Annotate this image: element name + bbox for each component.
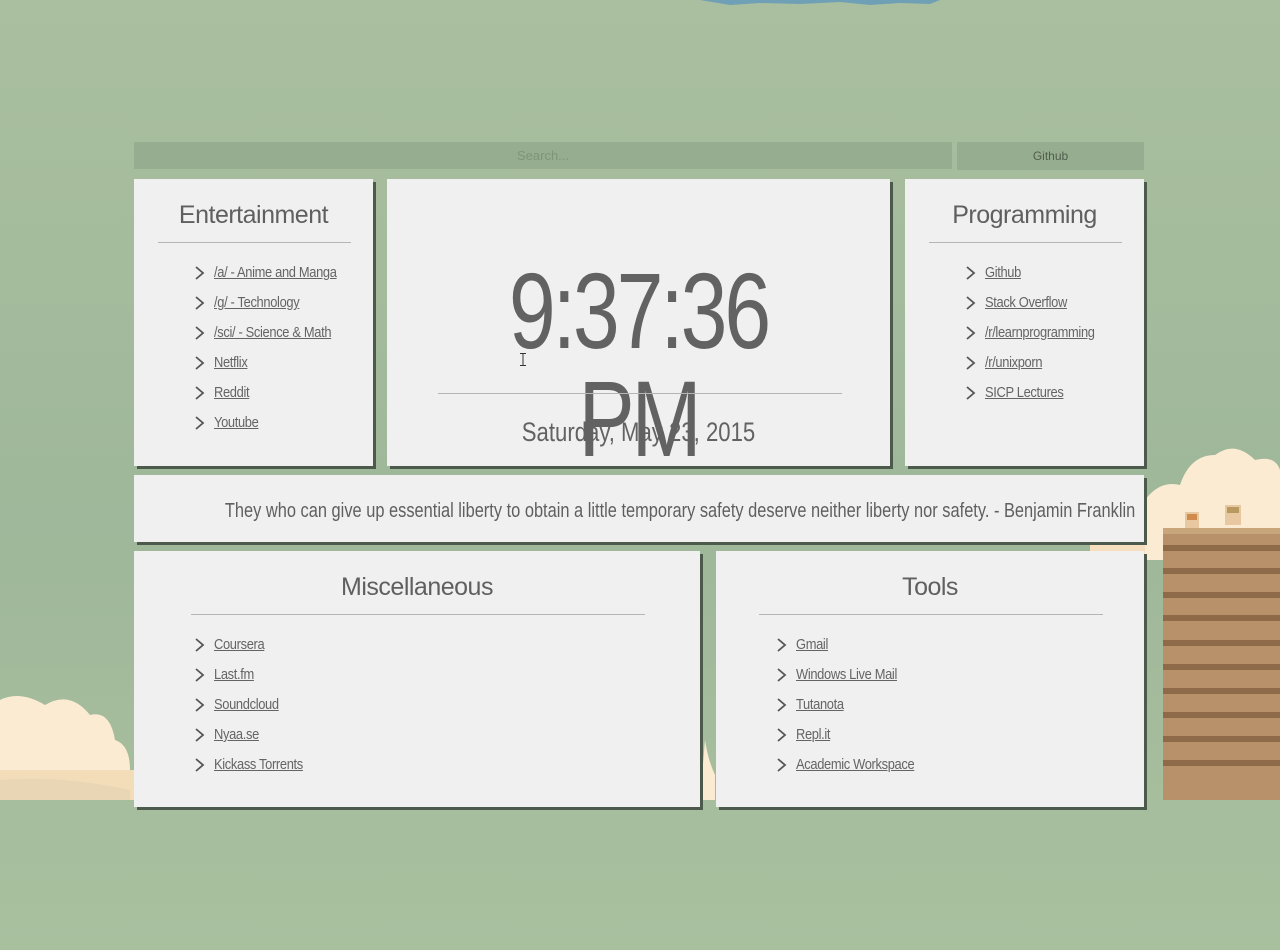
link-learnprogramming[interactable]: /r/learnprogramming (985, 318, 1095, 348)
link-windows-live-mail[interactable]: Windows Live Mail (796, 660, 897, 690)
list-item: /sci/ - Science & Math (192, 318, 357, 348)
chevron-right-icon (195, 698, 205, 712)
list-item: /r/unixporn (963, 348, 1112, 378)
link-replit[interactable]: Repl.it (796, 720, 830, 750)
link-lastfm[interactable]: Last.fm (214, 660, 254, 690)
link-soundcloud[interactable]: Soundcloud (214, 690, 279, 720)
miscellaneous-panel: Miscellaneous Coursera Last.fm Soundclou… (134, 551, 700, 807)
link-unixporn[interactable]: /r/unixporn (985, 348, 1043, 378)
list-item: SICP Lectures (963, 378, 1112, 408)
link-nyaa[interactable]: Nyaa.se (214, 720, 259, 750)
link-kickass-torrents[interactable]: Kickass Torrents (214, 750, 303, 780)
clock-panel: 9:37:36 PM Saturday, May 23, 2015 (387, 179, 890, 473)
list-item: Nyaa.se (192, 720, 317, 750)
link-coursera[interactable]: Coursera (214, 630, 265, 660)
tools-title: Tools (902, 573, 958, 601)
list-item: Kickass Torrents (192, 750, 317, 780)
list-item: Repl.it (774, 720, 934, 750)
list-item: Github (963, 258, 1112, 288)
chevron-right-icon (966, 356, 976, 370)
list-item: Tutanota (774, 690, 934, 720)
chevron-right-icon (777, 698, 787, 712)
search-input[interactable] (134, 142, 952, 169)
list-item: Stack Overflow (963, 288, 1112, 318)
list-item: /g/ - Technology (192, 288, 357, 318)
link-github[interactable]: Github (985, 258, 1021, 288)
entertainment-title: Entertainment (178, 201, 329, 229)
chevron-right-icon (777, 638, 787, 652)
chevron-right-icon (195, 758, 205, 772)
list-item: Windows Live Mail (774, 660, 934, 690)
list-item: Last.fm (192, 660, 317, 690)
programming-title: Programming (952, 201, 1097, 229)
list-item: Coursera (192, 630, 317, 660)
quote-text: They who can give up essential liberty t… (224, 500, 1136, 522)
chevron-right-icon (195, 296, 205, 310)
link-netflix[interactable]: Netflix (214, 348, 248, 378)
chevron-right-icon (195, 638, 205, 652)
tools-links: Gmail Windows Live Mail Tutanota Repl.it… (774, 630, 934, 780)
miscellaneous-title: Miscellaneous (341, 573, 493, 601)
chevron-right-icon (777, 758, 787, 772)
list-item: Academic Workspace (774, 750, 934, 780)
link-gmail[interactable]: Gmail (796, 630, 828, 660)
chevron-right-icon (966, 386, 976, 400)
chevron-right-icon (966, 266, 976, 280)
github-button[interactable]: Github (957, 142, 1144, 170)
tools-panel: Tools Gmail Windows Live Mail Tutanota R… (716, 551, 1144, 807)
entertainment-divider (158, 242, 351, 243)
chevron-right-icon (195, 356, 205, 370)
entertainment-links: /a/ - Anime and Manga /g/ - Technology /… (192, 258, 357, 438)
chevron-right-icon (777, 668, 787, 682)
text-cursor-icon (520, 353, 526, 366)
link-sicp-lectures[interactable]: SICP Lectures (985, 378, 1064, 408)
list-item: /a/ - Anime and Manga (192, 258, 357, 288)
chevron-right-icon (195, 668, 205, 682)
miscellaneous-links: Coursera Last.fm Soundcloud Nyaa.se Kick… (192, 630, 317, 780)
link-youtube[interactable]: Youtube (214, 408, 259, 438)
programming-links: Github Stack Overflow /r/learnprogrammin… (963, 258, 1112, 408)
list-item: Youtube (192, 408, 357, 438)
list-item: Soundcloud (192, 690, 317, 720)
list-item: Gmail (774, 630, 934, 660)
tools-divider (759, 614, 1103, 615)
link-reddit[interactable]: Reddit (214, 378, 250, 408)
list-item: Reddit (192, 378, 357, 408)
programming-panel: Programming Github Stack Overflow /r/lea… (905, 179, 1144, 466)
entertainment-panel: Entertainment /a/ - Anime and Manga /g/ … (134, 179, 373, 466)
link-stack-overflow[interactable]: Stack Overflow (985, 288, 1067, 318)
chevron-right-icon (195, 416, 205, 430)
link-science-math[interactable]: /sci/ - Science & Math (214, 318, 332, 348)
clock-divider (438, 393, 842, 394)
chevron-right-icon (195, 386, 205, 400)
list-item: Netflix (192, 348, 357, 378)
link-tutanota[interactable]: Tutanota (796, 690, 844, 720)
chevron-right-icon (777, 728, 787, 742)
chevron-right-icon (195, 728, 205, 742)
chevron-right-icon (966, 296, 976, 310)
chevron-right-icon (195, 326, 205, 340)
chevron-right-icon (195, 266, 205, 280)
list-item: /r/learnprogramming (963, 318, 1112, 348)
chevron-right-icon (966, 326, 976, 340)
quote-panel: They who can give up essential liberty t… (134, 475, 1144, 542)
miscellaneous-divider (191, 614, 645, 615)
link-technology[interactable]: /g/ - Technology (214, 288, 300, 318)
link-anime-manga[interactable]: /a/ - Anime and Manga (214, 258, 337, 288)
link-academic-workspace[interactable]: Academic Workspace (796, 750, 915, 780)
programming-divider (929, 242, 1122, 243)
clock-date: Saturday, May 23, 2015 (521, 417, 756, 447)
